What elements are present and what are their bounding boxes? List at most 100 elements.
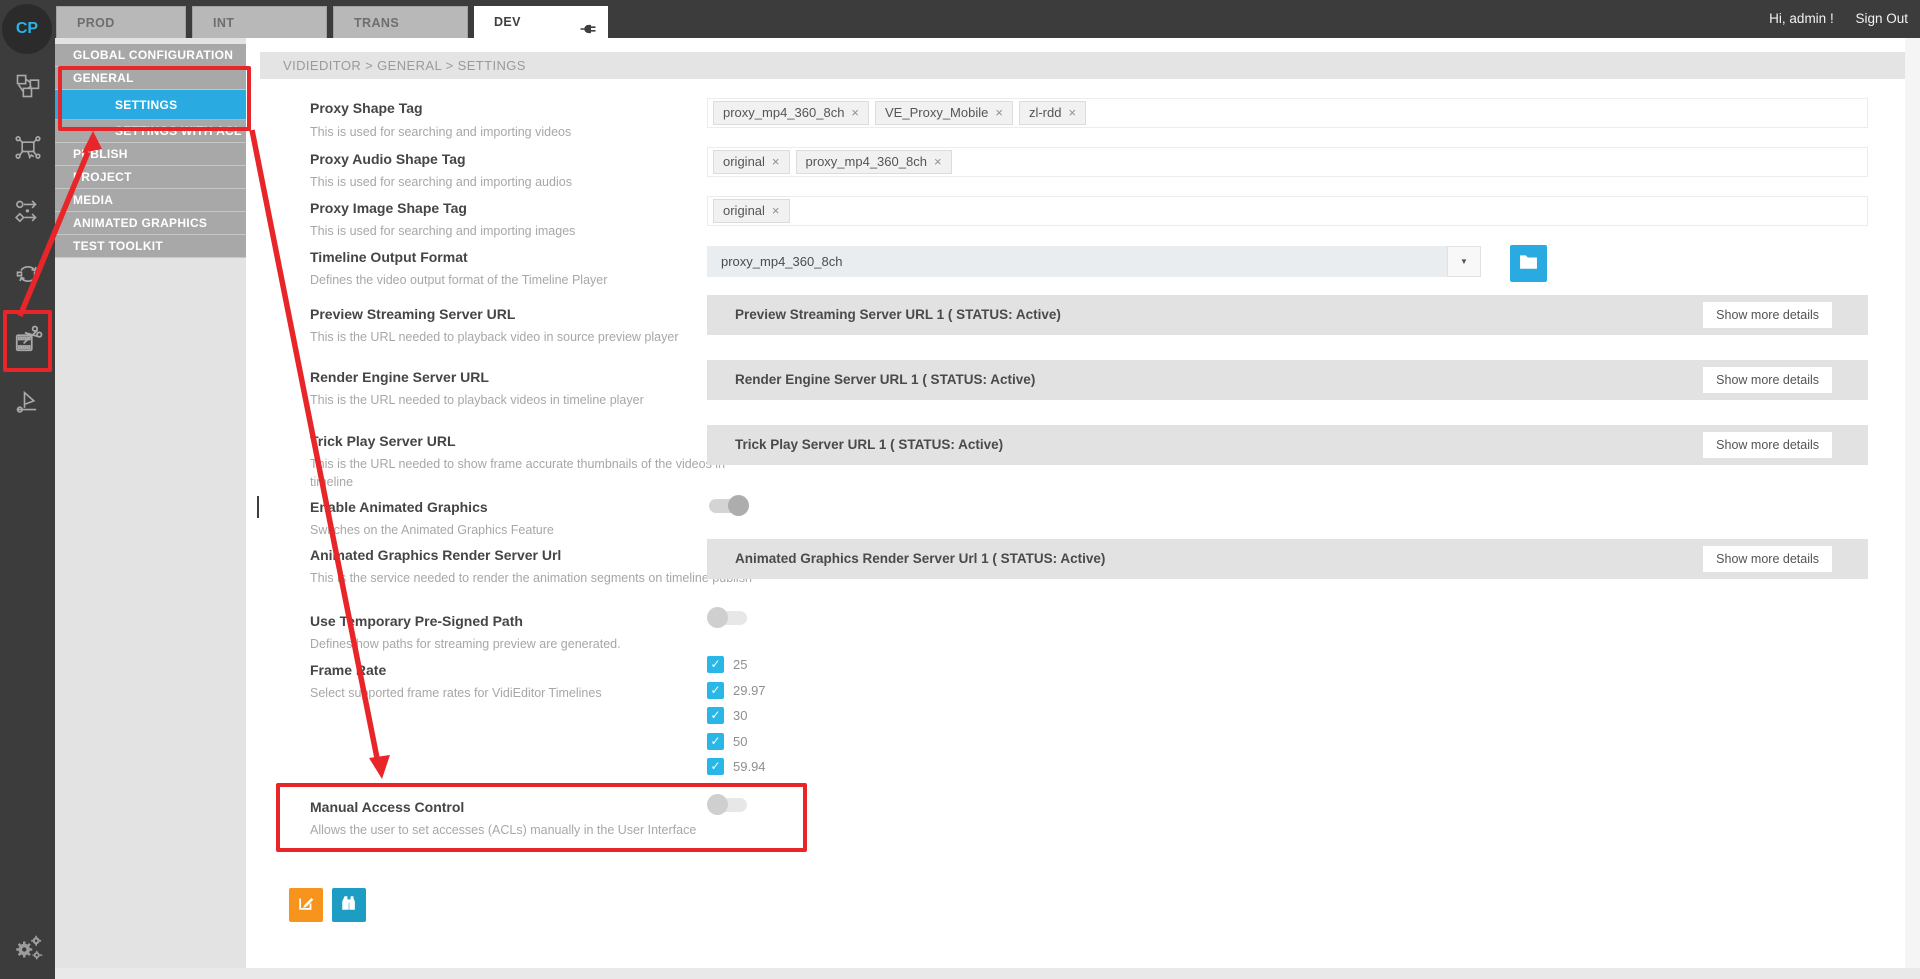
breadcrumb: VIDIEDITOR > GENERAL > SETTINGS: [260, 52, 1905, 79]
folder-button[interactable]: [1510, 245, 1547, 282]
sidebar-item-settings-with-acl[interactable]: SETTINGS WITH ACL: [55, 120, 246, 143]
sidebar-item-global-configuration[interactable]: GLOBAL CONFIGURATION: [55, 44, 246, 67]
sidebar-item-test-toolkit[interactable]: TEST TOOLKIT: [55, 235, 246, 258]
checkbox-checked[interactable]: ✓: [707, 682, 724, 699]
tag-chip[interactable]: VE_Proxy_Mobile×: [875, 101, 1013, 125]
tab-prod[interactable]: PROD: [56, 6, 186, 38]
sidebar-item-animated-graphics[interactable]: ANIMATED GRAPHICS: [55, 212, 246, 235]
use-temporary-pre-signed-path-toggle[interactable]: [707, 607, 749, 628]
timeline-output-format-select[interactable]: proxy_mp4_360_8ch ▼: [707, 246, 1481, 277]
sign-out-link[interactable]: Sign Out: [1855, 11, 1908, 26]
show-more-details-button[interactable]: Show more details: [1703, 432, 1832, 458]
proxy-image-shape-tag-input[interactable]: original ×: [707, 196, 1868, 226]
sidebar-item-general[interactable]: GENERAL: [55, 67, 246, 90]
toggle-knob: [707, 794, 728, 815]
right-scroll-gutter[interactable]: [1905, 38, 1920, 968]
field-desc-use-temporary-pre-signed-path: Defines how paths for streaming preview …: [310, 636, 755, 654]
sidebar-item-publish[interactable]: PUBLISH: [55, 143, 246, 166]
checkbox-label: 50: [733, 734, 747, 749]
sidebar-item-media[interactable]: MEDIA: [55, 189, 246, 212]
field-label-proxy-audio-shape-tag: Proxy Audio Shape Tag: [310, 151, 770, 167]
workflow-icon[interactable]: [0, 192, 55, 232]
toggle-knob: [707, 607, 728, 628]
remove-tag-icon[interactable]: ×: [1068, 105, 1076, 120]
preview-streaming-server-panel: Preview Streaming Server URL 1 ( STATUS:…: [707, 295, 1868, 335]
modules-icon[interactable]: [0, 66, 55, 106]
tab-dev-label: DEV: [494, 15, 521, 29]
panel-title: Animated Graphics Render Server Url 1 ( …: [735, 539, 1105, 579]
panel-title: Preview Streaming Server URL 1 ( STATUS:…: [735, 295, 1061, 335]
sidebar-item-project[interactable]: PROJECT: [55, 166, 246, 189]
remove-tag-icon[interactable]: ×: [995, 105, 1003, 120]
proxy-shape-tag-input[interactable]: proxy_mp4_360_8ch × VE_Proxy_Mobile× zl-r…: [707, 98, 1868, 128]
manual-access-control-toggle[interactable]: [707, 794, 749, 815]
render-engine-server-panel: Render Engine Server URL 1 ( STATUS: Act…: [707, 360, 1868, 400]
field-label-animated-graphics-render-server-url: Animated Graphics Render Server Url: [310, 547, 770, 563]
dropdown-value: proxy_mp4_360_8ch: [721, 254, 842, 269]
edit-button[interactable]: [289, 888, 323, 922]
text-cursor-mark: [257, 496, 259, 518]
field-desc-preview-streaming-server-url: This is the URL needed to playback video…: [310, 329, 755, 347]
field-label-proxy-shape-tag: Proxy Shape Tag: [310, 100, 770, 116]
app-root: PROD INT TRANS DEV Hi, admin ! Sign Out …: [0, 0, 1920, 979]
proxy-audio-shape-tag-input[interactable]: original × proxy_mp4_360_8ch×: [707, 147, 1868, 177]
panel-title: Trick Play Server URL 1 ( STATUS: Active…: [735, 425, 1003, 465]
automation-icon[interactable]: [0, 128, 55, 168]
user-area: Hi, admin ! Sign Out: [1769, 0, 1908, 38]
tag-chip-label: original: [723, 154, 765, 169]
tag-chip-label: original: [723, 203, 765, 218]
checkbox-checked[interactable]: ✓: [707, 733, 724, 750]
cp-logo[interactable]: CP: [2, 4, 52, 54]
config-menu: GLOBAL CONFIGURATION GENERAL SETTINGS SE…: [55, 44, 246, 258]
toggle-knob: [728, 495, 749, 516]
tag-chip[interactable]: original ×: [713, 199, 790, 223]
greeting-text: Hi, admin !: [1769, 11, 1834, 26]
tab-dev[interactable]: DEV: [474, 6, 608, 38]
field-desc-proxy-image-shape-tag: This is used for searching and importing…: [310, 223, 755, 241]
field-label-trick-play-server-url: Trick Play Server URL: [310, 433, 770, 449]
tag-chip-label: proxy_mp4_360_8ch: [723, 105, 844, 120]
binoculars-icon: [340, 894, 358, 917]
show-more-details-button[interactable]: Show more details: [1703, 367, 1832, 393]
icon-rail: CP: [0, 0, 55, 979]
video-editor-icon[interactable]: [0, 319, 55, 359]
gears-icon[interactable]: [0, 927, 55, 967]
animated-graphics-render-server-panel: Animated Graphics Render Server Url 1 ( …: [707, 539, 1868, 579]
tag-chip[interactable]: proxy_mp4_360_8ch ×: [713, 101, 869, 125]
top-bar: PROD INT TRANS DEV Hi, admin ! Sign Out: [0, 0, 1920, 38]
tab-int[interactable]: INT: [192, 6, 327, 38]
field-desc-trick-play-server-url: This is the URL needed to show frame acc…: [310, 456, 755, 491]
panel-title: Render Engine Server URL 1 ( STATUS: Act…: [735, 360, 1035, 400]
remove-tag-icon[interactable]: ×: [851, 105, 859, 120]
field-desc-manual-access-control: Allows the user to set accesses (ACLs) m…: [310, 822, 755, 840]
remove-tag-icon[interactable]: ×: [772, 203, 780, 218]
field-label-render-engine-server-url: Render Engine Server URL: [310, 369, 770, 385]
tab-trans[interactable]: TRANS: [333, 6, 468, 38]
tag-chip[interactable]: zl-rdd ×: [1019, 101, 1086, 125]
player-icon[interactable]: [0, 382, 55, 422]
enable-animated-graphics-toggle[interactable]: [707, 495, 749, 516]
field-desc-proxy-audio-shape-tag: This is used for searching and importing…: [310, 174, 755, 192]
folder-icon: [1519, 254, 1538, 274]
checkbox-label: 29.97: [733, 683, 766, 698]
checkbox-checked[interactable]: ✓: [707, 707, 724, 724]
field-label-preview-streaming-server-url: Preview Streaming Server URL: [310, 306, 770, 322]
field-label-enable-animated-graphics: Enable Animated Graphics: [310, 499, 770, 515]
trick-play-server-panel: Trick Play Server URL 1 ( STATUS: Active…: [707, 425, 1868, 465]
remove-tag-icon[interactable]: ×: [772, 154, 780, 169]
checkbox-checked[interactable]: ✓: [707, 758, 724, 775]
tag-chip-label: zl-rdd: [1029, 105, 1062, 120]
checkbox-label: 25: [733, 657, 747, 672]
remove-tag-icon[interactable]: ×: [934, 154, 942, 169]
show-more-details-button[interactable]: Show more details: [1703, 546, 1832, 572]
chevron-down-icon[interactable]: ▼: [1447, 246, 1481, 277]
field-desc-frame-rate: Select supported frame rates for VidiEdi…: [310, 685, 755, 703]
tag-chip[interactable]: original ×: [713, 150, 790, 174]
sidebar-item-settings[interactable]: SETTINGS: [55, 90, 246, 120]
field-desc-enable-animated-graphics: Switches on the Animated Graphics Featur…: [310, 522, 755, 540]
show-more-details-button[interactable]: Show more details: [1703, 302, 1832, 328]
inspect-button[interactable]: [332, 888, 366, 922]
tag-chip[interactable]: proxy_mp4_360_8ch×: [796, 150, 952, 174]
checkbox-checked[interactable]: ✓: [707, 656, 724, 673]
sync-icon[interactable]: [0, 254, 55, 294]
